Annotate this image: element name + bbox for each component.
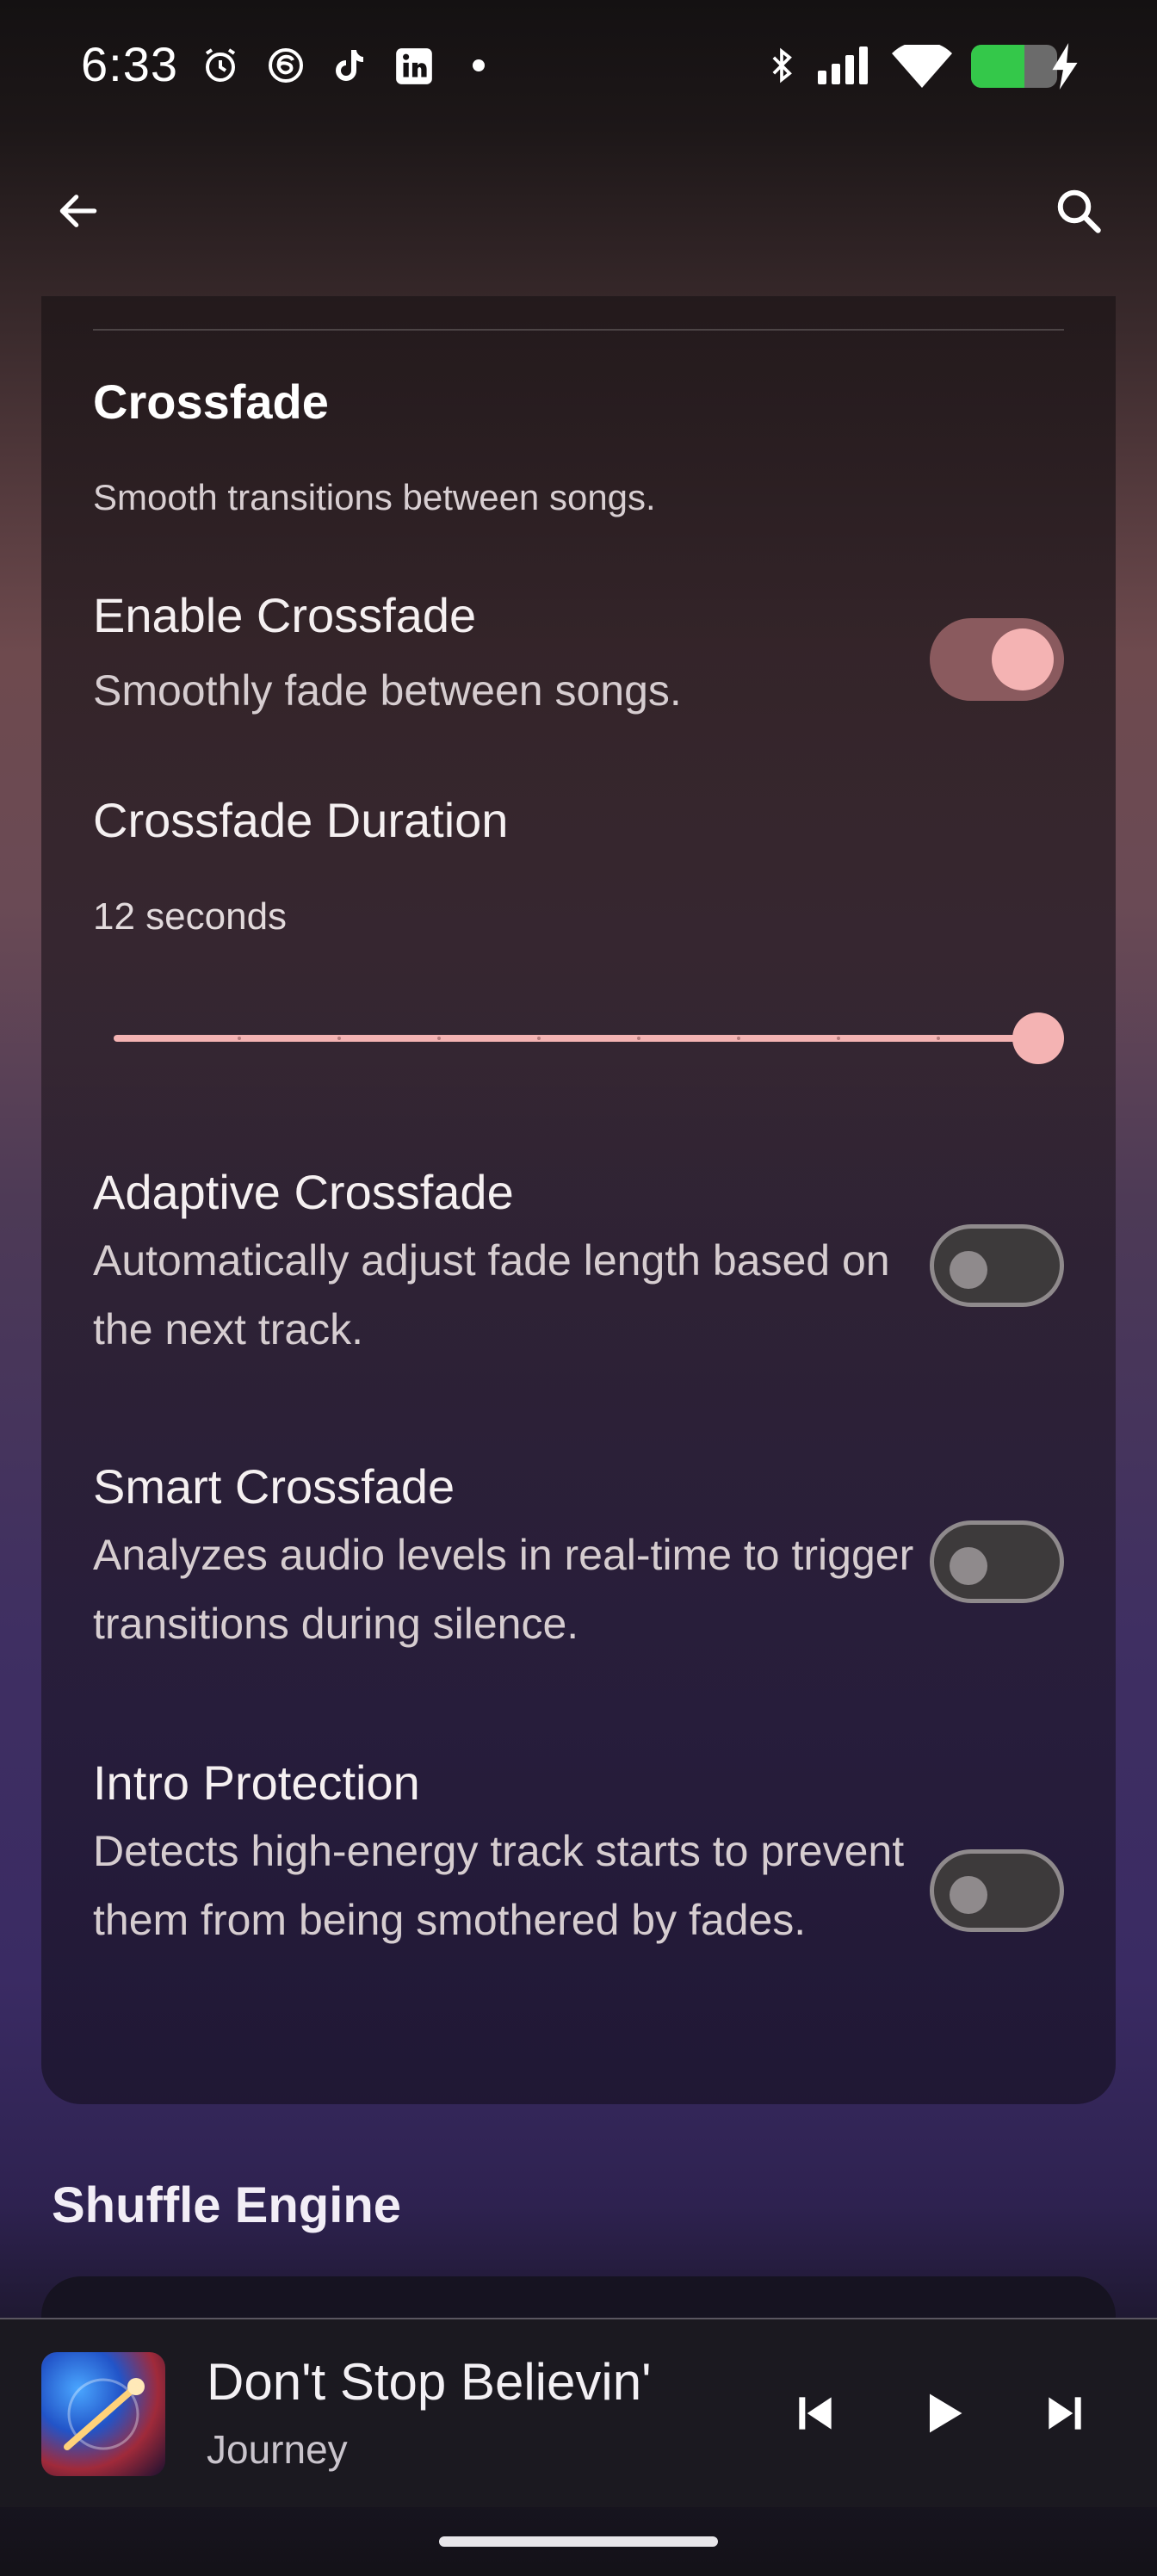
skip-next-icon [1049,2397,1081,2430]
divider [93,329,1064,331]
arrow-back-icon [59,195,97,227]
intro-protection-switch[interactable] [930,1849,1064,1932]
slider-tick [437,1037,441,1040]
track-title: Don't Stop Believin' [207,2353,652,2411]
linkedin-icon [393,45,436,88]
slider-tick [637,1037,640,1040]
switch-knob [950,1251,987,1289]
charging-icon [1050,43,1080,90]
enable-crossfade-title: Enable Crossfade [93,588,477,642]
skip-previous-icon [799,2397,832,2430]
bluetooth-icon [763,45,801,86]
smart-crossfade-switch[interactable] [930,1520,1064,1603]
switch-knob [992,629,1054,690]
skip-next-button[interactable] [1018,2366,1112,2461]
smart-crossfade-description: Analyzes audio levels in real-time to tr… [93,1531,914,1648]
signal-icon [814,45,876,86]
slider-thumb[interactable] [1012,1012,1064,1064]
play-button[interactable] [895,2366,990,2461]
track-artist: Journey [207,2427,348,2472]
home-indicator[interactable] [439,2536,718,2547]
slider-tick [337,1037,341,1040]
switch-knob [950,1547,987,1585]
back-button[interactable] [40,172,117,250]
slider-tick [737,1037,740,1040]
crossfade-duration-slider[interactable] [114,1012,1064,1064]
adaptive-crossfade-title: Adaptive Crossfade [93,1165,514,1219]
search-button[interactable] [1040,172,1117,250]
album-art[interactable] [41,2352,165,2476]
section-description: Smooth transitions between songs. [93,477,656,517]
alarm-icon [200,45,241,86]
crossfade-duration-title: Crossfade Duration [93,793,509,847]
slider-track [114,1035,1038,1042]
status-bar: 6:33 [0,0,1157,129]
slider-tick [238,1037,241,1040]
crossfade-duration-value: 12 seconds [93,895,288,938]
search-icon [1057,189,1101,233]
album-art-image [64,2378,145,2450]
play-icon [930,2393,962,2433]
battery-level [971,45,1024,88]
notification-dot-icon [472,59,486,72]
battery-icon [971,45,1057,88]
mini-player[interactable]: Don't Stop Believin' Journey [0,2318,1157,2507]
skip-previous-button[interactable] [768,2366,863,2461]
section-title: Crossfade [93,375,329,429]
slider-tick [937,1037,940,1040]
enable-crossfade-description: Smoothly fade between songs. [93,666,682,715]
threads-icon [265,45,306,86]
wifi-icon [892,45,952,88]
switch-knob [950,1876,987,1914]
intro-protection-description: Detects high-energy track starts to prev… [93,1827,905,1944]
adaptive-crossfade-description: Automatically adjust fade length based o… [93,1236,890,1353]
tiktok-icon [329,45,370,86]
adaptive-crossfade-switch[interactable] [930,1224,1064,1307]
enable-crossfade-switch[interactable] [930,618,1064,701]
slider-tick [837,1037,840,1040]
status-time: 6:33 [81,37,178,91]
intro-protection-title: Intro Protection [93,1756,420,1810]
shuffle-engine-title: Shuffle Engine [52,2177,401,2233]
smart-crossfade-title: Smart Crossfade [93,1459,455,1514]
slider-tick [537,1037,541,1040]
crossfade-settings-card: Crossfade Smooth transitions between son… [41,296,1116,2104]
